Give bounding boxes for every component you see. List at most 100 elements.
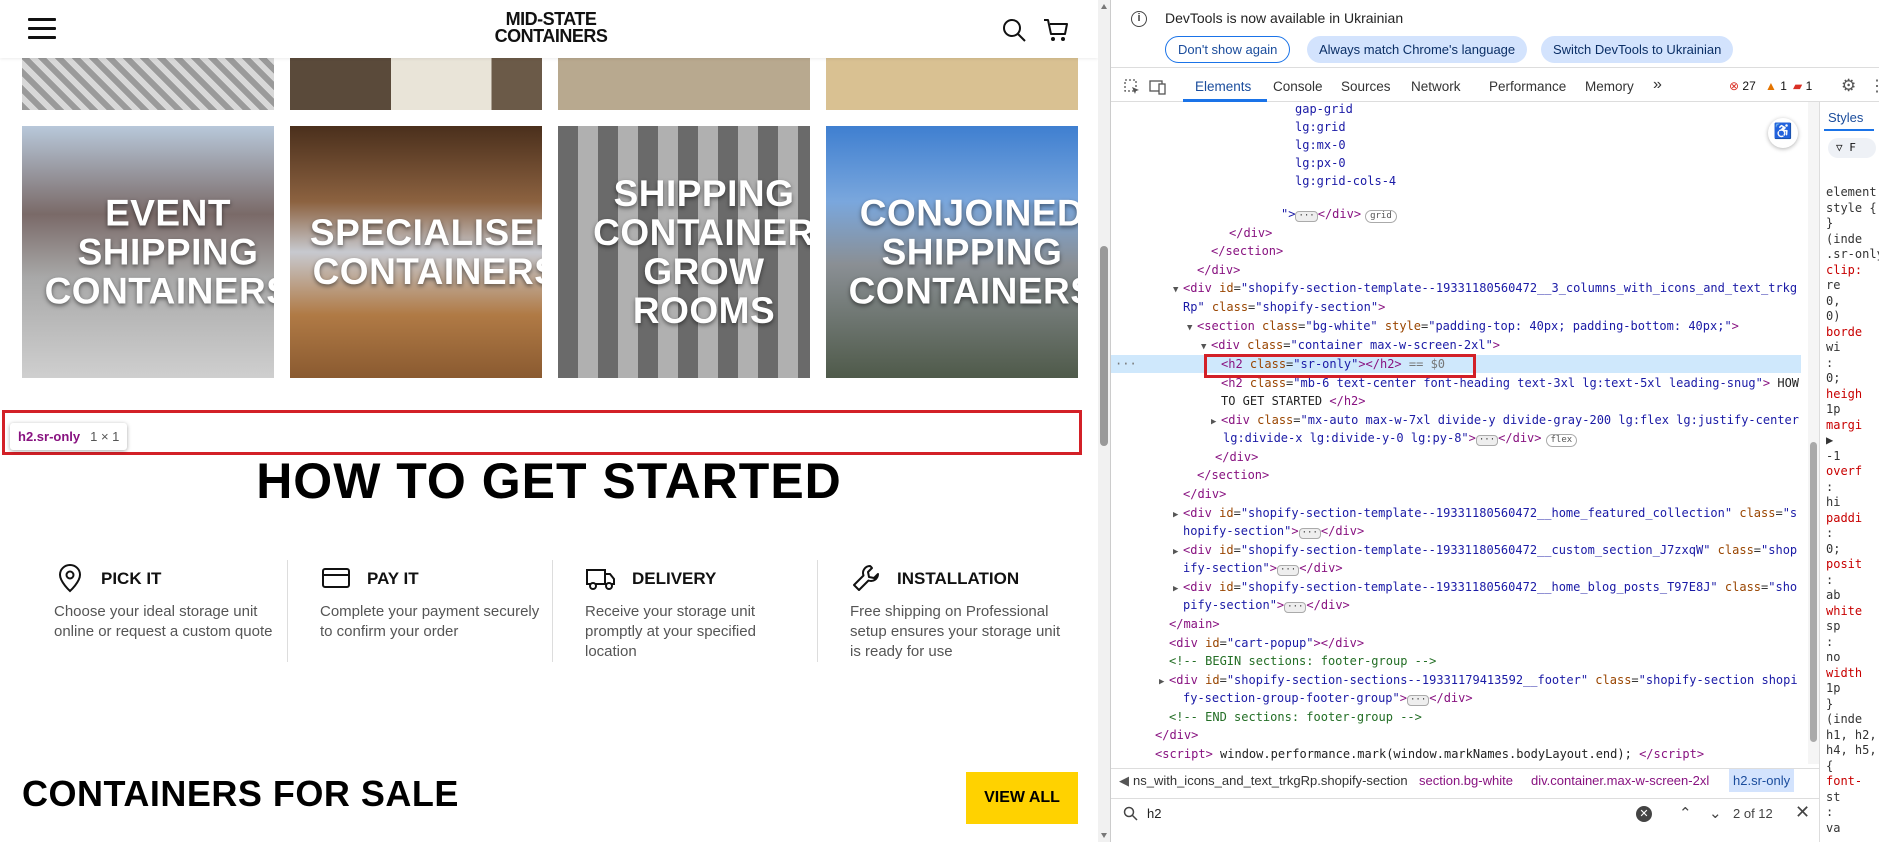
dom-line[interactable]: <!-- END sections: footer-group --> xyxy=(1169,708,1422,726)
tile-event-shipping-containers[interactable]: EVENT SHIPPING CONTAINERS xyxy=(22,126,274,378)
style-line: : xyxy=(1826,634,1834,649)
grid-badge[interactable]: grid xyxy=(1365,210,1397,223)
dom-line[interactable]: ▼ <div id="shopify-section-template--1933… xyxy=(1173,279,1797,297)
scroll-down-arrow-icon[interactable] xyxy=(1101,833,1107,838)
dom-line[interactable]: lg:grid-cols-4 xyxy=(1295,172,1396,190)
dom-line[interactable]: lg:grid xyxy=(1295,118,1346,136)
dom-line[interactable]: ▶ <div id="shopify-section-sections--1933… xyxy=(1159,671,1798,689)
search-icon[interactable] xyxy=(1000,16,1028,44)
dom-line[interactable]: <script> window.performance.mark(window.… xyxy=(1155,745,1704,763)
dom-line[interactable]: </div> xyxy=(1197,261,1240,279)
credit-card-icon xyxy=(322,568,350,588)
collapse-triangle-icon[interactable]: ▼ xyxy=(1187,319,1197,337)
dom-line[interactable]: lg:px-0 xyxy=(1295,154,1346,172)
dom-line[interactable]: </div> xyxy=(1183,485,1226,503)
dont-show-again-button[interactable]: Don't show again xyxy=(1165,36,1291,63)
dom-line[interactable]: </div> xyxy=(1215,448,1258,466)
dom-line[interactable]: </div> xyxy=(1155,726,1198,744)
always-match-language-button[interactable]: Always match Chrome's language xyxy=(1307,36,1528,63)
expand-triangle-icon[interactable]: ▶ xyxy=(1173,543,1183,561)
elements-scrollbar-thumb[interactable] xyxy=(1810,442,1817,742)
breadcrumb-section-div[interactable]: ns_with_icons_and_text_trkgRp.shopify-se… xyxy=(1133,773,1408,788)
scroll-up-arrow-icon[interactable] xyxy=(1101,4,1107,9)
breadcrumb-container[interactable]: div.container.max-w-screen-2xl xyxy=(1531,773,1709,788)
cart-icon[interactable] xyxy=(1042,16,1070,44)
tile-conjoined-shipping-containers[interactable]: CONJOINED SHIPPING CONTAINERS xyxy=(826,126,1078,378)
dom-line[interactable]: ▼ <section class="bg-white" style="paddin… xyxy=(1187,317,1739,335)
view-all-button[interactable]: VIEW ALL xyxy=(966,772,1078,824)
tile-shipping-container-grow-rooms[interactable]: SHIPPING CONTAINER GROW ROOMS xyxy=(558,126,810,378)
site-logo[interactable]: MID-STATE CONTAINERS xyxy=(486,10,616,45)
inspect-element-icon[interactable] xyxy=(1123,78,1141,96)
tab-console[interactable]: Console xyxy=(1273,79,1323,94)
accessibility-icon[interactable]: ♿ xyxy=(1768,118,1798,148)
tab-network[interactable]: Network xyxy=(1411,79,1461,94)
ellipsis-icon[interactable]: ··· xyxy=(1298,528,1321,539)
dom-line[interactable]: </main> xyxy=(1169,615,1220,633)
notification-message: DevTools is now available in Ukrainian xyxy=(1165,10,1404,26)
tab-memory[interactable]: Memory xyxy=(1585,79,1634,94)
ellipsis-icon[interactable]: ··· xyxy=(1276,565,1300,576)
switch-to-ukrainian-button[interactable]: Switch DevTools to Ukrainian xyxy=(1541,36,1734,63)
ellipsis-icon[interactable]: ··· xyxy=(1475,435,1499,446)
close-search-icon[interactable]: ✕ xyxy=(1795,802,1810,823)
error-count[interactable]: ⊗ 27 xyxy=(1729,79,1756,93)
expand-triangle-icon[interactable]: ▶ xyxy=(1211,413,1221,431)
elements-scrollbar[interactable] xyxy=(1808,102,1819,764)
dom-line[interactable]: ▶ <div id="shopify-section-template--1933… xyxy=(1173,541,1797,559)
dom-search-bar: h2 ✕ ⌃ ⌄ 2 of 12 ✕ xyxy=(1111,798,1819,828)
dom-line[interactable]: fy-section-group-footer-group"> ··· </div> xyxy=(1183,689,1473,707)
previous-match-icon[interactable]: ⌃ xyxy=(1679,804,1692,822)
ellipsis-icon[interactable]: ··· xyxy=(1406,695,1430,706)
dom-line[interactable]: lg:mx-0 xyxy=(1295,136,1346,154)
dom-line[interactable]: </section> xyxy=(1197,466,1269,484)
dom-line[interactable]: </div> xyxy=(1229,224,1272,242)
dom-line[interactable]: ▶ <div class="mx-auto max-w-7xl divide-y … xyxy=(1211,411,1799,429)
more-options-icon[interactable]: ⋮ xyxy=(1869,76,1879,96)
dom-line[interactable]: ▶ <div id="shopify-section-template--1933… xyxy=(1173,504,1797,522)
more-actions-icon[interactable]: ··· xyxy=(1115,355,1137,373)
dom-line[interactable]: ify-section"> ··· </div> xyxy=(1183,559,1343,577)
dom-line[interactable]: "> ··· </div> grid xyxy=(1281,205,1397,223)
menu-icon[interactable] xyxy=(28,18,56,40)
issue-count[interactable]: ▰ 1 xyxy=(1793,79,1812,93)
tab-performance[interactable]: Performance xyxy=(1489,79,1566,94)
styles-tab[interactable]: Styles xyxy=(1828,110,1863,125)
dom-line[interactable]: pify-section"> ··· </div> xyxy=(1183,596,1350,614)
dom-search-input[interactable]: h2 xyxy=(1147,806,1161,821)
dom-line[interactable]: Rp" class="shopify-section"> xyxy=(1183,298,1385,316)
style-line: 0) xyxy=(1826,309,1841,323)
ellipsis-icon[interactable]: ··· xyxy=(1295,211,1318,222)
expand-triangle-icon[interactable]: ▶ xyxy=(1173,580,1183,598)
style-line: : xyxy=(1826,572,1834,587)
dom-line[interactable]: ▶ <div id="shopify-section-template--1933… xyxy=(1173,578,1797,596)
breadcrumb-section[interactable]: section.bg-white xyxy=(1419,773,1513,788)
breadcrumb-scroll-left-icon[interactable]: ◀ xyxy=(1119,773,1129,789)
dom-line[interactable]: <!-- BEGIN sections: footer-group --> xyxy=(1169,652,1436,670)
breadcrumb-h2-sr-only[interactable]: h2.sr-only xyxy=(1729,769,1795,792)
dom-line[interactable]: gap-grid xyxy=(1295,102,1353,118)
flex-badge[interactable]: flex xyxy=(1545,434,1578,447)
dom-line[interactable]: TO GET STARTED </h2> xyxy=(1221,392,1366,410)
more-tabs-icon[interactable]: » xyxy=(1653,76,1662,94)
ellipsis-icon[interactable]: ··· xyxy=(1284,602,1307,613)
page-scrollbar-thumb[interactable] xyxy=(1100,246,1108,446)
device-toolbar-icon[interactable] xyxy=(1149,78,1167,96)
tab-sources[interactable]: Sources xyxy=(1341,79,1391,94)
collapse-triangle-icon[interactable]: ▼ xyxy=(1173,281,1183,299)
clear-search-icon[interactable]: ✕ xyxy=(1636,806,1652,822)
dom-line[interactable]: ▼ <div class="container max-w-screen-2xl"… xyxy=(1201,336,1500,354)
warning-count[interactable]: ▲ 1 xyxy=(1765,79,1787,93)
expand-triangle-icon[interactable]: ▶ xyxy=(1159,673,1169,691)
page-scrollbar[interactable] xyxy=(1098,0,1110,842)
tile-specialised-containers[interactable]: SPECIALISED CONTAINERS xyxy=(290,126,542,378)
dom-line[interactable]: lg:divide-x lg:divide-y-0 lg:py-8"> ··· </… xyxy=(1223,429,1578,447)
tab-elements[interactable]: Elements xyxy=(1195,79,1251,94)
next-match-icon[interactable]: ⌄ xyxy=(1709,804,1722,822)
dom-line[interactable]: hopify-section"> ··· </div> xyxy=(1183,522,1364,540)
dom-line[interactable]: <div id="cart-popup"></div> xyxy=(1169,634,1364,652)
filter-icon[interactable]: ▽ F xyxy=(1828,138,1876,158)
dom-line[interactable]: </section> xyxy=(1211,242,1283,260)
expand-triangle-icon[interactable]: ▶ xyxy=(1173,506,1183,524)
settings-gear-icon[interactable]: ⚙ xyxy=(1841,76,1856,96)
